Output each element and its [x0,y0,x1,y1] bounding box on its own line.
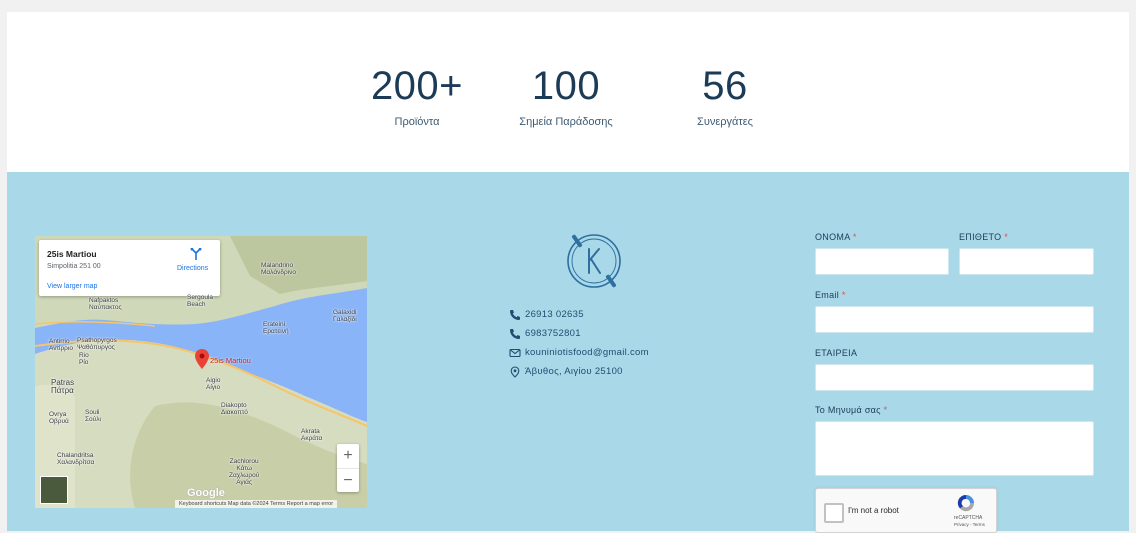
stat-products: 200+ Προϊόντα [347,64,487,128]
message-label-text: Το Μηνυμά σας [815,405,881,415]
stat-value: 100 [531,64,601,108]
last-name-label-text: ΕΠΙΘΕΤΟ [959,232,1002,242]
map-place-label: Galaxidi Γαλαξίδι [333,309,357,323]
recaptcha-brand: reCAPTCHA [954,515,983,521]
stat-delivery-points: 100 Σημεία Παράδοσης [496,64,636,128]
map-pin-label: 25is Martiou [210,356,251,365]
footer-section: 25is Martiou Simpolitia 251 00 View larg… [7,172,1129,533]
required-mark: * [1004,232,1009,242]
map-place-label: Rio Ρίο [79,352,89,366]
map-place-label: Erateini Ερατεινή [263,321,289,335]
map-place-name: 25is Martiou [47,249,97,259]
recaptcha-label: I'm not a robot [848,506,899,515]
email-label-text: Email [815,290,840,300]
map-place-label: Aigio Αίγιο [206,377,221,391]
stat-label: Συνεργάτες [697,116,753,128]
directions-link[interactable]: Directions [177,265,208,272]
map-place-label: Zachlorou Κάτω Ζαχλωρού Αγιάς [229,458,260,486]
map-zoom-control: + − [337,444,359,492]
email-text[interactable]: kouniniotisfood@gmail.com [525,343,649,362]
map-place-label: Antirrio Αντίρριο [49,338,73,352]
envelope-icon [509,348,521,358]
phone-1-text[interactable]: 26913 02635 [525,305,584,324]
map-attribution: Keyboard shortcuts Map data ©2024 Terms … [175,500,338,508]
map-place-label: Nafpaktos Ναύπακτος [89,297,122,311]
required-mark: * [852,232,857,242]
directions-icon[interactable] [189,247,203,261]
map-place-label: Malandrino Μαλάνδρινο [261,262,296,276]
required-mark: * [841,290,846,300]
phone-icon [510,310,520,320]
phone-2-text[interactable]: 6983752801 [525,324,581,343]
google-logo: Google [187,487,225,499]
map-embed[interactable]: 25is Martiou Simpolitia 251 00 View larg… [35,236,367,508]
map-place-label: Souli Σούλι [85,409,101,423]
map-place-label: Psathopyrgos Ψαθόπυργος [77,337,117,351]
map-place-label: Diakopto Διακοπτό [221,402,248,416]
brand-logo [567,234,621,288]
map-address: Simpolitia 251 00 [47,263,101,270]
recaptcha-widget: I'm not a robot reCAPTCHA Privacy - Term… [815,488,997,533]
map-pin-icon[interactable] [195,349,209,369]
first-name-label: ΟΝΟΜΑ * [815,232,857,242]
company-label-text: ΕΤΑΙΡΕΙΑ [815,348,858,358]
map-place-label: Ovrya Οβρυά [49,411,69,425]
recaptcha-links[interactable]: Privacy - Terms [954,522,985,527]
map-place-label: Patras Πάτρα [51,378,75,395]
stat-partners: 56 Συνεργάτες [655,64,795,128]
first-name-label-text: ΟΝΟΜΑ [815,232,851,242]
location-pin-icon [510,366,520,378]
stat-value: 56 [702,64,748,108]
address-text: Άβυθος, Αιγίου 25100 [525,366,623,377]
phone-icon [510,329,520,339]
message-label: Το Μηνυμά σας * [815,405,887,415]
stats-section: 200+ Προϊόντα 100 Σημεία Παράδοσης 56 Συ… [7,12,1129,172]
email-input[interactable] [815,306,1094,333]
stat-value: 200+ [370,64,464,108]
last-name-label: ΕΠΙΘΕΤΟ * [959,232,1008,242]
zoom-out-button[interactable]: − [337,468,359,493]
company-label: ΕΤΑΙΡΕΙΑ [815,348,857,358]
zoom-in-button[interactable]: + [337,444,359,468]
first-name-input[interactable] [815,248,949,275]
satellite-toggle[interactable] [40,476,68,504]
message-textarea[interactable] [815,421,1094,476]
recaptcha-checkbox[interactable] [824,503,844,523]
stat-label: Σημεία Παράδοσης [519,116,613,128]
map-place-label: Chalandritsa Χαλανδρίτσα [57,452,95,466]
last-name-input[interactable] [959,248,1094,275]
map-info-card: 25is Martiou Simpolitia 251 00 View larg… [39,240,220,296]
stat-label: Προϊόντα [394,116,440,128]
company-input[interactable] [815,364,1094,391]
view-larger-map-link[interactable]: View larger map [47,283,97,290]
required-mark: * [883,405,888,415]
map-place-label: Sergoula Beach [187,294,214,308]
email-label: Email * [815,290,846,300]
recaptcha-logo-icon [957,494,975,512]
map-place-label: Akrata Ακράτα [301,428,323,442]
